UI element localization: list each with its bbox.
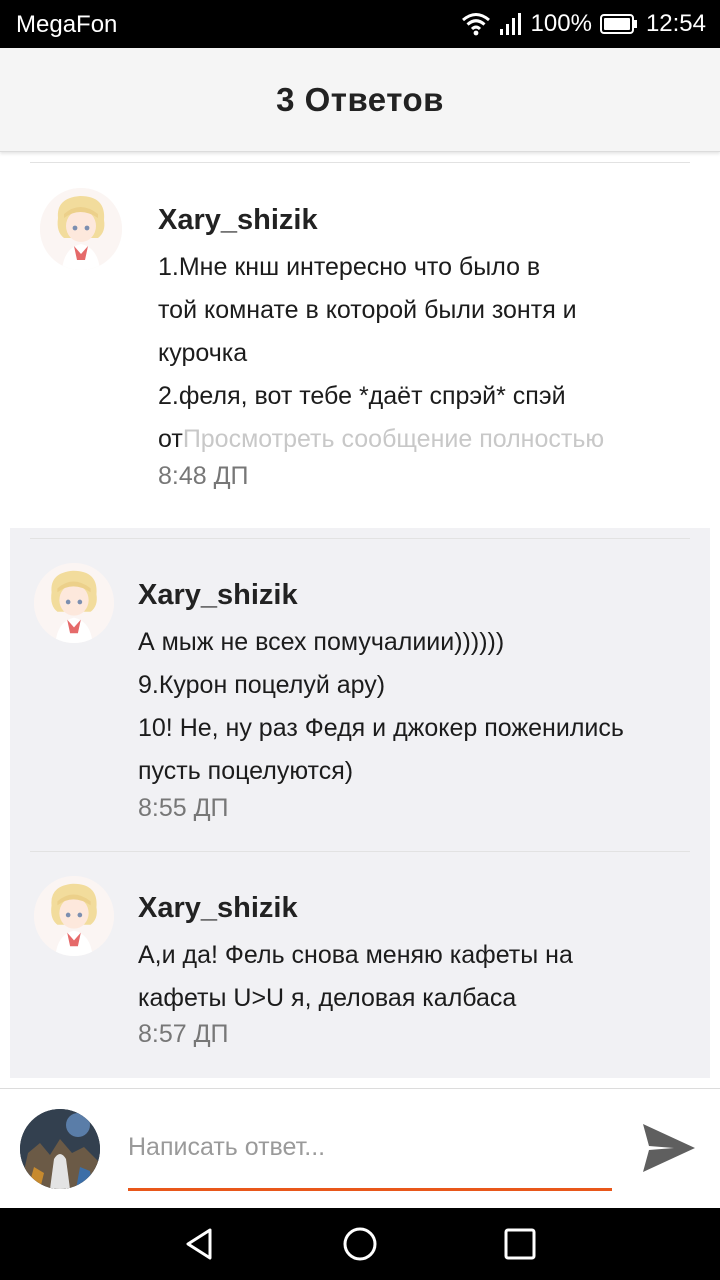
timestamp: 8:55 ДП xyxy=(138,794,229,822)
recents-icon[interactable] xyxy=(502,1226,538,1262)
message-text: 1.Мне кнш интересно что было в той комна… xyxy=(158,246,718,461)
my-avatar[interactable] xyxy=(20,1109,100,1189)
message-line: А,и да! Фель снова меняю кафеты на xyxy=(138,941,573,969)
avatar[interactable] xyxy=(34,563,114,643)
message-line: пусть поцелуются) xyxy=(138,757,354,785)
avatar[interactable] xyxy=(40,188,122,270)
navigation-bar xyxy=(0,1208,720,1280)
author-name[interactable]: Xary_shizik xyxy=(158,204,318,237)
timestamp: 8:57 ДП xyxy=(138,1020,229,1048)
author-name[interactable]: Xary_shizik xyxy=(138,579,298,612)
message-text: А,и да! Фель снова меняю кафеты на кафет… xyxy=(138,934,698,1020)
wifi-icon xyxy=(461,12,491,36)
timestamp: 8:48 ДП xyxy=(158,462,249,490)
home-icon[interactable] xyxy=(342,1226,378,1262)
signal-icon xyxy=(499,12,523,36)
message-line: А мыж не всех помучалиии)))))) xyxy=(138,628,505,656)
message-line: 10! Не, ну раз Федя и джокер поженились xyxy=(138,714,624,742)
reply-input[interactable]: Написать ответ... xyxy=(128,1113,612,1191)
back-icon[interactable] xyxy=(182,1226,218,1262)
message-line: кафеты U>U я, деловая калбаса xyxy=(138,984,517,1012)
message-item[interactable]: Xary_shizik А,и да! Фель снова меняю каф… xyxy=(10,852,710,1078)
view-full-message-link[interactable]: Просмотреть сообщение полностью xyxy=(183,425,604,453)
message-line: отПросмотреть сообщение полностью xyxy=(158,418,718,461)
page-title: 3 Ответов xyxy=(276,80,444,118)
message-line: 9.Курон поцелуй ару) xyxy=(138,671,386,699)
battery-icon xyxy=(599,14,638,34)
reply-thread[interactable]: Xary_shizik 1.Мне кнш интересно что было… xyxy=(0,152,720,1088)
message-text: А мыж не всех помучалиии)))))) 9.Курон п… xyxy=(138,621,698,793)
message-line: 1.Мне кнш интересно что было в xyxy=(158,253,541,281)
clock: 12:54 xyxy=(645,10,706,37)
author-name[interactable]: Xary_shizik xyxy=(138,892,298,925)
message-item[interactable]: Xary_shizik А мыж не всех помучалиии))))… xyxy=(10,539,710,851)
battery-percent: 100% xyxy=(530,10,592,37)
carrier-name: MegaFon xyxy=(16,11,118,38)
message-line: той комнате в которой были зонтя и xyxy=(158,296,577,324)
thread-header: 3 Ответов xyxy=(0,48,720,152)
message-item[interactable]: Xary_shizik 1.Мне кнш интересно что было… xyxy=(0,152,720,528)
avatar[interactable] xyxy=(34,876,114,956)
message-line: 2.феля, вот тебе *даёт спрэй* спэй xyxy=(158,382,566,410)
message-line: курочка xyxy=(158,339,248,367)
status-bar: MegaFon 100% 12:54 xyxy=(0,0,720,48)
status-icons: 100% 12:54 xyxy=(461,9,706,39)
reply-composer: Написать ответ... xyxy=(0,1088,720,1208)
send-icon[interactable] xyxy=(640,1119,698,1177)
message-line-tail: от xyxy=(158,425,183,453)
